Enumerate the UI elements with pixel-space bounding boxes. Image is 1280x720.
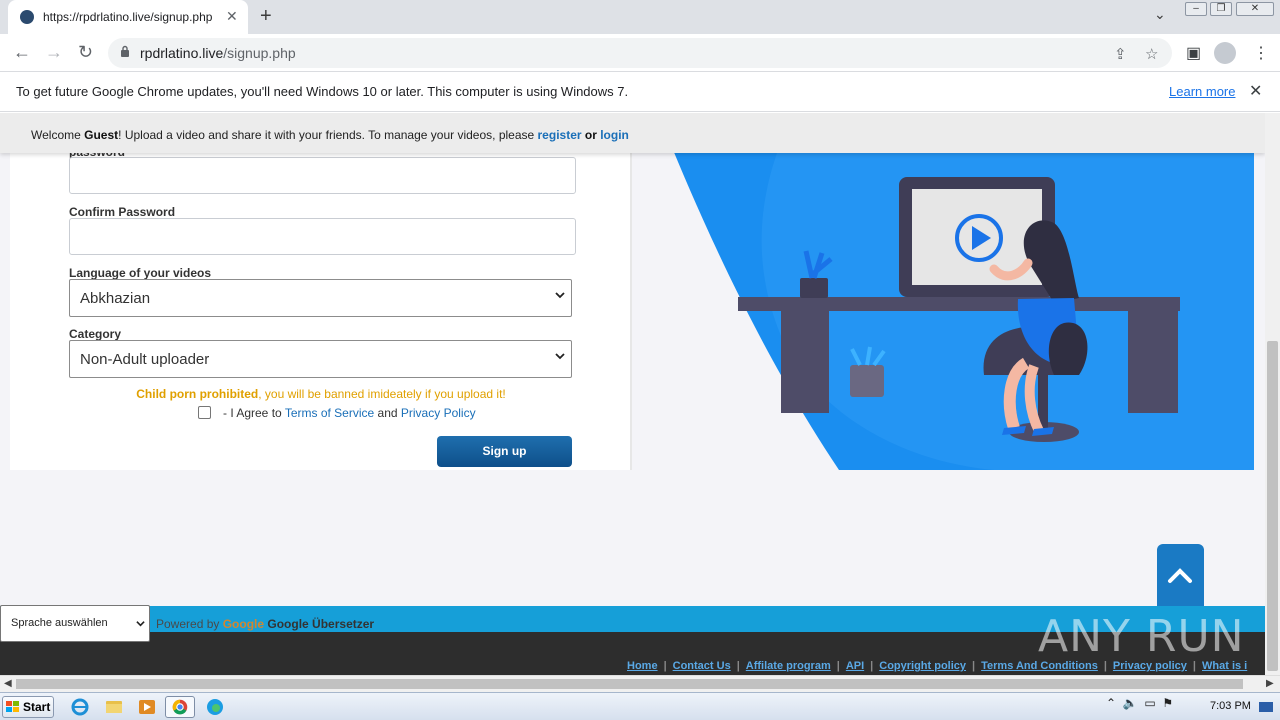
- scroll-left-icon[interactable]: ◀: [4, 678, 12, 689]
- google-translator-link[interactable]: Google Übersetzer: [267, 617, 374, 631]
- site-favicon-icon: [20, 10, 34, 24]
- window-close-icon[interactable]: ✕: [1236, 2, 1274, 16]
- category-select[interactable]: Non-Adult uploader: [69, 340, 572, 378]
- category-select-value: Non-Adult uploader: [80, 351, 210, 368]
- footer-link-copyright[interactable]: Copyright policy: [879, 660, 966, 672]
- footer-link-contact[interactable]: Contact Us: [673, 660, 731, 672]
- language-label: Language of your videos: [69, 266, 212, 280]
- scroll-to-top-button[interactable]: [1157, 544, 1204, 614]
- minimize-icon[interactable]: –: [1185, 2, 1207, 16]
- translate-language-value: Sprache auswählen: [11, 617, 108, 629]
- url-text: rpdrlatino.live/signup.php: [140, 45, 296, 61]
- login-link[interactable]: login: [600, 128, 629, 142]
- signup-form: password Confirm Password Language of yo…: [10, 113, 632, 470]
- powered-by-google: Powered by Google Google Übersetzer: [156, 617, 375, 631]
- update-infobar: To get future Google Chrome updates, you…: [0, 72, 1280, 112]
- scroll-right-icon[interactable]: ▶: [1266, 678, 1274, 689]
- windows-taskbar: Start ⌃ 🔈 ▭ ⚑ 7:03 PM: [0, 692, 1280, 720]
- reload-icon[interactable]: ↻: [78, 42, 93, 63]
- file-explorer-icon[interactable]: [99, 696, 129, 718]
- terms-link[interactable]: Terms of Service: [285, 406, 374, 420]
- chevron-up-icon: [1168, 568, 1192, 583]
- tab-title: https://rpdrlatino.live/signup.php: [43, 10, 213, 24]
- page-content: Welcome Guest! Upload a video and share …: [0, 113, 1265, 675]
- show-desktop-icon[interactable]: [1258, 700, 1274, 714]
- chevron-down-icon: [555, 292, 565, 299]
- edge-icon[interactable]: [200, 696, 230, 718]
- video-upload-illustration: [658, 113, 1254, 470]
- restore-icon[interactable]: ❐: [1210, 2, 1232, 16]
- welcome-bar: Welcome Guest! Upload a video and share …: [0, 113, 1265, 153]
- welcome-text: Welcome Guest! Upload a video and share …: [31, 128, 629, 142]
- system-tray[interactable]: ⌃ 🔈 ▭ ⚑: [1106, 696, 1173, 710]
- chevron-down-icon: [555, 353, 565, 360]
- start-label: Start: [23, 700, 51, 714]
- arrow-right-icon[interactable]: →: [45, 42, 63, 63]
- agree-checkbox[interactable]: [198, 406, 211, 419]
- new-tab-icon[interactable]: +: [260, 5, 272, 28]
- learn-more-link[interactable]: Learn more: [1169, 84, 1235, 99]
- share-icon[interactable]: ⇪: [1114, 45, 1127, 63]
- vertical-scroll-thumb[interactable]: [1267, 341, 1278, 671]
- translate-language-select[interactable]: Sprache auswählen: [0, 605, 150, 642]
- tab-close-icon[interactable]: ✕: [226, 8, 238, 25]
- signup-button[interactable]: Sign up: [437, 436, 572, 467]
- lock-icon: [121, 45, 129, 57]
- address-bar[interactable]: rpdrlatino.live/signup.php ⇪ ☆: [108, 38, 1172, 68]
- vertical-scrollbar[interactable]: [1265, 113, 1280, 675]
- browser-tab[interactable]: https://rpdrlatino.live/signup.php ✕: [8, 0, 248, 34]
- footer-link-api[interactable]: API: [846, 660, 864, 672]
- anyrun-watermark: ANY RUN: [1038, 611, 1245, 662]
- taskbar-clock: 7:03 PM: [1210, 700, 1251, 712]
- language-select-value: Abkhazian: [80, 290, 151, 307]
- footer-link-home[interactable]: Home: [627, 660, 658, 672]
- privacy-link[interactable]: Privacy Policy: [401, 406, 476, 420]
- horizontal-scroll-thumb[interactable]: [16, 679, 1243, 689]
- arrow-left-icon[interactable]: ←: [13, 42, 31, 63]
- profile-icon[interactable]: [1214, 42, 1236, 64]
- star-icon[interactable]: ☆: [1145, 45, 1158, 63]
- windows-logo-icon: [6, 701, 19, 712]
- screen: https://rpdrlatino.live/signup.php ✕ + ⌄…: [0, 0, 1280, 720]
- infobar-message: To get future Google Chrome updates, you…: [16, 84, 629, 99]
- language-select[interactable]: Abkhazian: [69, 279, 572, 317]
- footer-link-affiliate[interactable]: Affilate program: [746, 660, 831, 672]
- media-player-icon[interactable]: [132, 696, 162, 718]
- horizontal-scrollbar[interactable]: ◀ ▶: [0, 675, 1280, 692]
- agree-row: - I Agree to Terms of Service and Privac…: [198, 406, 476, 420]
- internet-explorer-icon[interactable]: [66, 696, 96, 718]
- warning-text: Child porn prohibited, you will be banne…: [136, 387, 506, 401]
- side-panel-icon[interactable]: ▣: [1186, 43, 1201, 63]
- register-link[interactable]: register: [538, 128, 582, 142]
- start-button[interactable]: Start: [2, 696, 54, 718]
- chrome-icon[interactable]: [165, 696, 195, 718]
- google-logo: Google: [222, 617, 265, 631]
- infobar-close-icon[interactable]: ✕: [1249, 81, 1262, 101]
- chevron-down-icon: [136, 621, 145, 627]
- category-label: Category: [69, 327, 122, 341]
- tab-strip: https://rpdrlatino.live/signup.php ✕ + ⌄…: [0, 0, 1280, 34]
- confirm-password-label: Confirm Password: [69, 205, 176, 219]
- kebab-menu-icon[interactable]: ⋮: [1253, 43, 1269, 63]
- tab-search-icon[interactable]: ⌄: [1154, 6, 1166, 23]
- confirm-password-input[interactable]: [69, 218, 576, 255]
- browser-toolbar: ← → ↻ rpdrlatino.live/signup.php ⇪ ☆ ▣ ⋮: [0, 34, 1280, 72]
- password-input[interactable]: [69, 157, 576, 194]
